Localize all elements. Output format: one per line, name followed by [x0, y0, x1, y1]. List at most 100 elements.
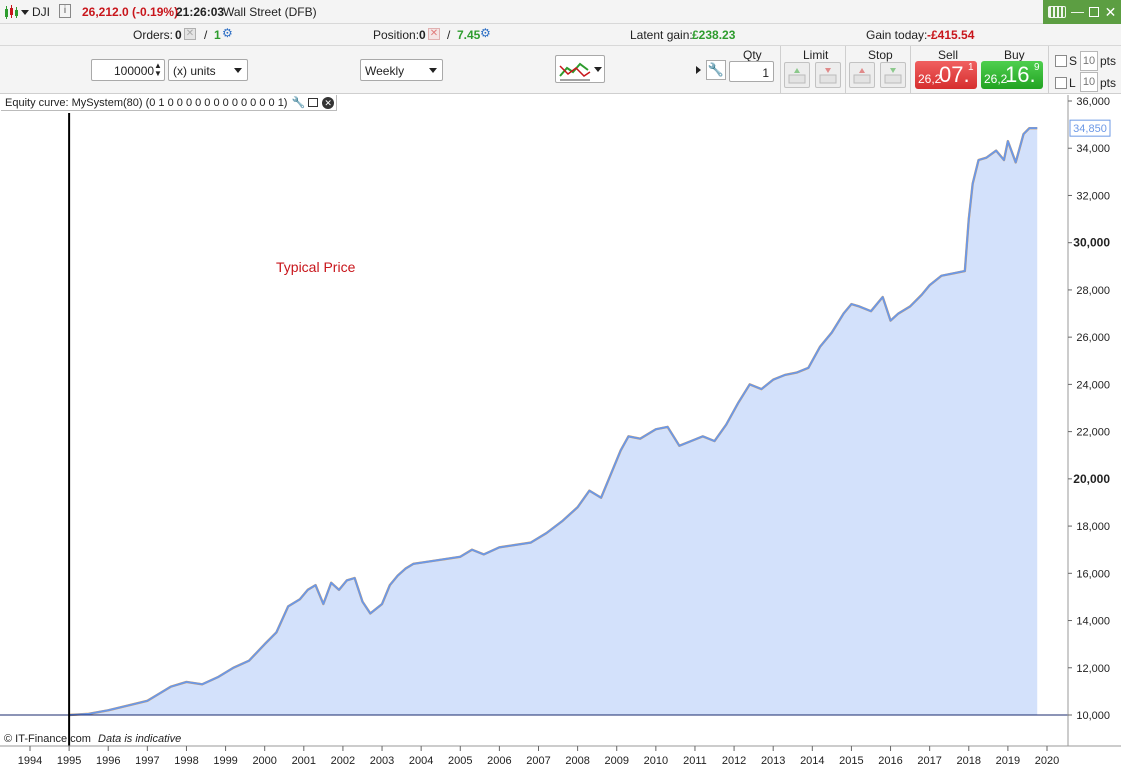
chevron-down-icon — [429, 68, 437, 73]
buy-header: Buy — [1004, 48, 1025, 62]
price-change: 26,212.0 (-0.19%) — [82, 5, 179, 19]
units-select-label: (x) units — [173, 64, 216, 78]
position-settings-gear-icon[interactable]: ⚙ — [480, 26, 491, 40]
buy-button[interactable]: 26,2 16. 9 — [981, 61, 1043, 89]
equity-area-fill — [69, 128, 1038, 715]
x-tick-label: 2015 — [839, 755, 863, 767]
y-tick-label: 26,000 — [1076, 332, 1110, 344]
x-tick-label: 2013 — [761, 755, 785, 767]
x-tick-label: 1999 — [213, 755, 237, 767]
l-pts-value: 10 — [1082, 76, 1096, 88]
y-tick-label: 22,000 — [1076, 427, 1110, 439]
position-close-icon[interactable]: ✕ — [428, 28, 440, 40]
x-tick-label: 2014 — [800, 755, 824, 767]
position-sep: / — [447, 28, 451, 42]
order-panel: 100000 ▲ ▼ (x) units Weekly 🔧 Qty 1 Limit… — [0, 46, 1121, 94]
orders-sep: / — [204, 28, 208, 42]
x-tick-label: 2020 — [1035, 755, 1059, 767]
y-tick-label: 10,000 — [1076, 710, 1110, 722]
orders-settings-gear-icon[interactable]: ⚙ — [222, 26, 233, 40]
units-select[interactable]: (x) units — [168, 59, 248, 81]
x-tick-label: 2001 — [292, 755, 316, 767]
chart-annotation: Typical Price — [276, 259, 356, 275]
timeframe-select[interactable]: Weekly — [360, 59, 443, 81]
footer: © IT-Finance.com Data is indicative — [4, 733, 181, 745]
chart-type-button[interactable] — [555, 55, 605, 83]
s-pts-input[interactable]: 10 — [1080, 51, 1098, 71]
x-tick-label: 2000 — [252, 755, 276, 767]
y-tick-label: 18,000 — [1076, 521, 1110, 533]
stop-down-icon — [884, 68, 902, 84]
x-tick-label: 2011 — [683, 755, 707, 767]
wrench-button[interactable]: 🔧 — [706, 60, 726, 80]
close-chart-icon[interactable]: ✕ — [322, 96, 335, 109]
stop-up-icon — [853, 68, 871, 84]
l-pts-label: pts — [1100, 76, 1117, 90]
sell-price-prefix: 26,2 — [918, 72, 942, 86]
x-tick-label: 2010 — [644, 755, 668, 767]
stop-buy-button[interactable] — [849, 62, 875, 88]
y-tick-label: 32,000 — [1076, 190, 1110, 202]
timeframe-select-label: Weekly — [365, 64, 405, 78]
s-pts-label: pts — [1100, 54, 1117, 68]
chevron-down-icon — [594, 67, 602, 72]
s-label: S — [1069, 54, 1078, 68]
chart-header: Equity curve: MySystem(80) (0 1 0 0 0 0 … — [1, 95, 338, 111]
x-tick-label: 1997 — [135, 755, 159, 767]
y-tick-label: 30,000 — [1073, 236, 1110, 250]
limit-down-icon — [819, 68, 837, 84]
sell-price-big: 07. — [939, 62, 970, 87]
x-tick-label: 2009 — [604, 755, 628, 767]
x-tick-label: 1996 — [96, 755, 120, 767]
last-value-label: 34,850 — [1073, 123, 1107, 135]
stop-sell-button[interactable] — [880, 62, 906, 88]
sell-price-sup: 1 — [968, 62, 974, 73]
limit-buy-button[interactable] — [784, 62, 810, 88]
buy-price-prefix: 26,2 — [984, 72, 1008, 86]
trading-chart-icon — [558, 58, 592, 82]
x-tick-label: 1994 — [18, 755, 42, 767]
close-icon[interactable]: ✕ — [1105, 5, 1117, 19]
orders-cancel-icon[interactable]: ✕ — [184, 28, 196, 40]
quantity-stepper[interactable]: 100000 ▲ ▼ — [91, 59, 165, 81]
x-tick-label: 2012 — [722, 755, 746, 767]
limit-up-icon — [788, 68, 806, 84]
instrument-dropdown-caret[interactable] — [21, 10, 29, 15]
gain-today-value: -£415.54 — [927, 28, 975, 42]
candlestick-icon[interactable] — [3, 4, 19, 23]
y-tick-label: 12,000 — [1076, 663, 1110, 675]
wrench-icon[interactable]: 🔧 — [291, 96, 305, 109]
chart-title: Equity curve: MySystem(80) (0 1 0 0 0 0 … — [5, 96, 288, 109]
s-checkbox[interactable] — [1055, 55, 1067, 67]
gain-today-label: Gain today: — [866, 28, 928, 42]
window-restore-icon[interactable] — [308, 98, 319, 107]
sell-button[interactable]: 26,2 07. 1 — [915, 61, 977, 89]
buy-price-big: 16. — [1005, 62, 1036, 87]
y-tick-label: 24,000 — [1076, 379, 1110, 391]
copyright: © IT-Finance.com — [4, 733, 91, 745]
equity-curve-chart[interactable]: 10,000 12,000 14,000 16,000 18,000 20,000 22,0… — [0, 95, 1121, 770]
limit-sell-button[interactable] — [815, 62, 841, 88]
x-tick-label: 2019 — [996, 755, 1020, 767]
orders-active-count: 1 — [214, 28, 221, 42]
l-pts-input[interactable]: 10 — [1080, 72, 1098, 92]
y-tick-label: 28,000 — [1076, 285, 1110, 297]
instrument-name[interactable]: DJI — [32, 5, 50, 19]
expand-arrow-icon[interactable] — [696, 66, 701, 74]
latent-gain-label: Latent gain: — [630, 28, 693, 42]
y-tick-label: 16,000 — [1076, 568, 1110, 580]
restore-icon[interactable] — [1089, 7, 1100, 17]
l-checkbox[interactable] — [1055, 77, 1067, 89]
x-tick-label: 2017 — [917, 755, 941, 767]
qty-input[interactable]: 1 — [729, 61, 774, 82]
s-pts-value: 10 — [1082, 55, 1096, 67]
stepper-arrows-icon[interactable]: ▲ ▼ — [154, 62, 162, 78]
x-axis-panel[interactable] — [0, 746, 1121, 770]
minimize-icon[interactable]: — — [1071, 5, 1084, 18]
y-tick-label: 34,000 — [1076, 143, 1110, 155]
data-note: Data is indicative — [98, 733, 182, 745]
x-tick-label: 2004 — [409, 755, 433, 767]
info-icon[interactable]: i — [59, 4, 71, 18]
sell-header: Sell — [938, 48, 959, 62]
keyboard-icon[interactable] — [1047, 6, 1066, 18]
